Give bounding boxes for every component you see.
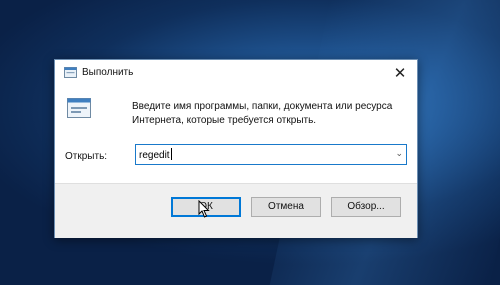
open-label: Открыть: <box>65 151 108 162</box>
button-bar: ОК Отмена Обзор... <box>55 183 417 238</box>
cancel-button[interactable]: Отмена <box>251 197 321 217</box>
open-combobox[interactable]: regedit ⌄ <box>135 144 407 165</box>
run-dialog: Выполнить ✕ Введите имя программы, папки… <box>54 59 418 238</box>
mouse-pointer-icon <box>198 200 210 218</box>
close-icon: ✕ <box>393 65 407 82</box>
open-input[interactable]: regedit <box>139 148 172 161</box>
browse-button[interactable]: Обзор... <box>331 197 401 217</box>
run-icon <box>64 67 77 78</box>
title-bar[interactable]: Выполнить ✕ <box>55 60 417 87</box>
chevron-down-icon[interactable]: ⌄ <box>395 148 403 159</box>
window-title: Выполнить <box>82 67 134 78</box>
close-button[interactable]: ✕ <box>383 60 417 87</box>
dialog-description: Введите имя программы, папки, документа … <box>132 101 393 126</box>
text-caret <box>170 148 172 160</box>
run-program-icon <box>67 98 91 118</box>
open-input-value: regedit <box>139 150 170 161</box>
